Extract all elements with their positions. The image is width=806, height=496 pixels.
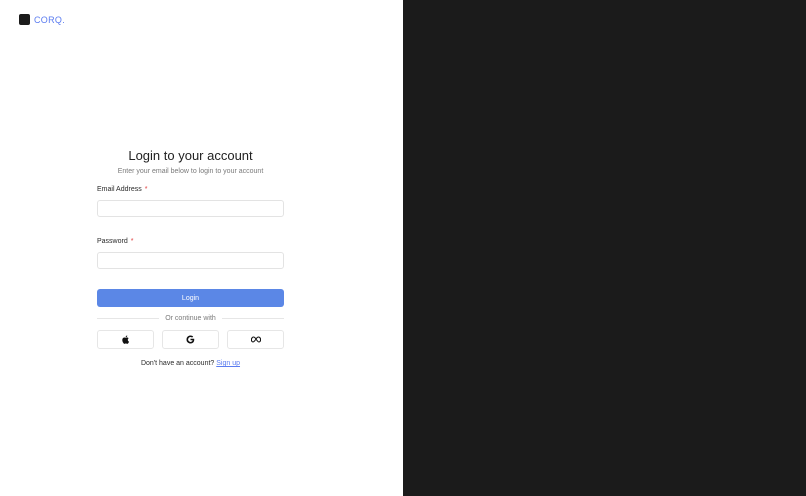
login-page: CORQ. Login to your account Enter your e… [0, 0, 806, 496]
brand-name: CORQ. [34, 14, 66, 25]
signup-prompt-text: Don't have an account? [140, 360, 215, 367]
login-panel: CORQ. Login to your account Enter your e… [0, 0, 403, 496]
google-login-button[interactable] [162, 330, 219, 349]
apple-icon [121, 335, 130, 344]
email-label: Email Address * [97, 186, 284, 193]
required-mark: * [130, 238, 134, 245]
signup-prompt: Don't have an account? Sign up [97, 360, 284, 367]
logo-icon [19, 14, 30, 25]
password-field[interactable] [97, 252, 284, 269]
meta-login-button[interactable] [227, 330, 284, 349]
divider-text: Or continue with [165, 315, 216, 322]
apple-login-button[interactable] [97, 330, 154, 349]
page-title: Login to your account [128, 148, 253, 163]
password-label-text: Password [97, 238, 128, 245]
email-field[interactable] [97, 200, 284, 217]
required-mark: * [144, 186, 148, 193]
page-subtitle: Enter your email below to login to your … [117, 168, 264, 175]
divider: Or continue with [97, 315, 284, 322]
divider-line [221, 318, 284, 319]
signup-link[interactable]: Sign up [216, 360, 240, 367]
email-label-text: Email Address [97, 186, 142, 193]
meta-icon [250, 336, 261, 343]
hero-panel [403, 0, 806, 496]
password-label: Password * [97, 238, 284, 245]
brand[interactable]: CORQ. [19, 14, 65, 25]
login-button[interactable]: Login [97, 289, 284, 307]
login-form: Login to your account Enter your email b… [97, 148, 284, 367]
google-icon [186, 335, 195, 344]
social-login [97, 330, 284, 349]
divider-line [97, 318, 160, 319]
